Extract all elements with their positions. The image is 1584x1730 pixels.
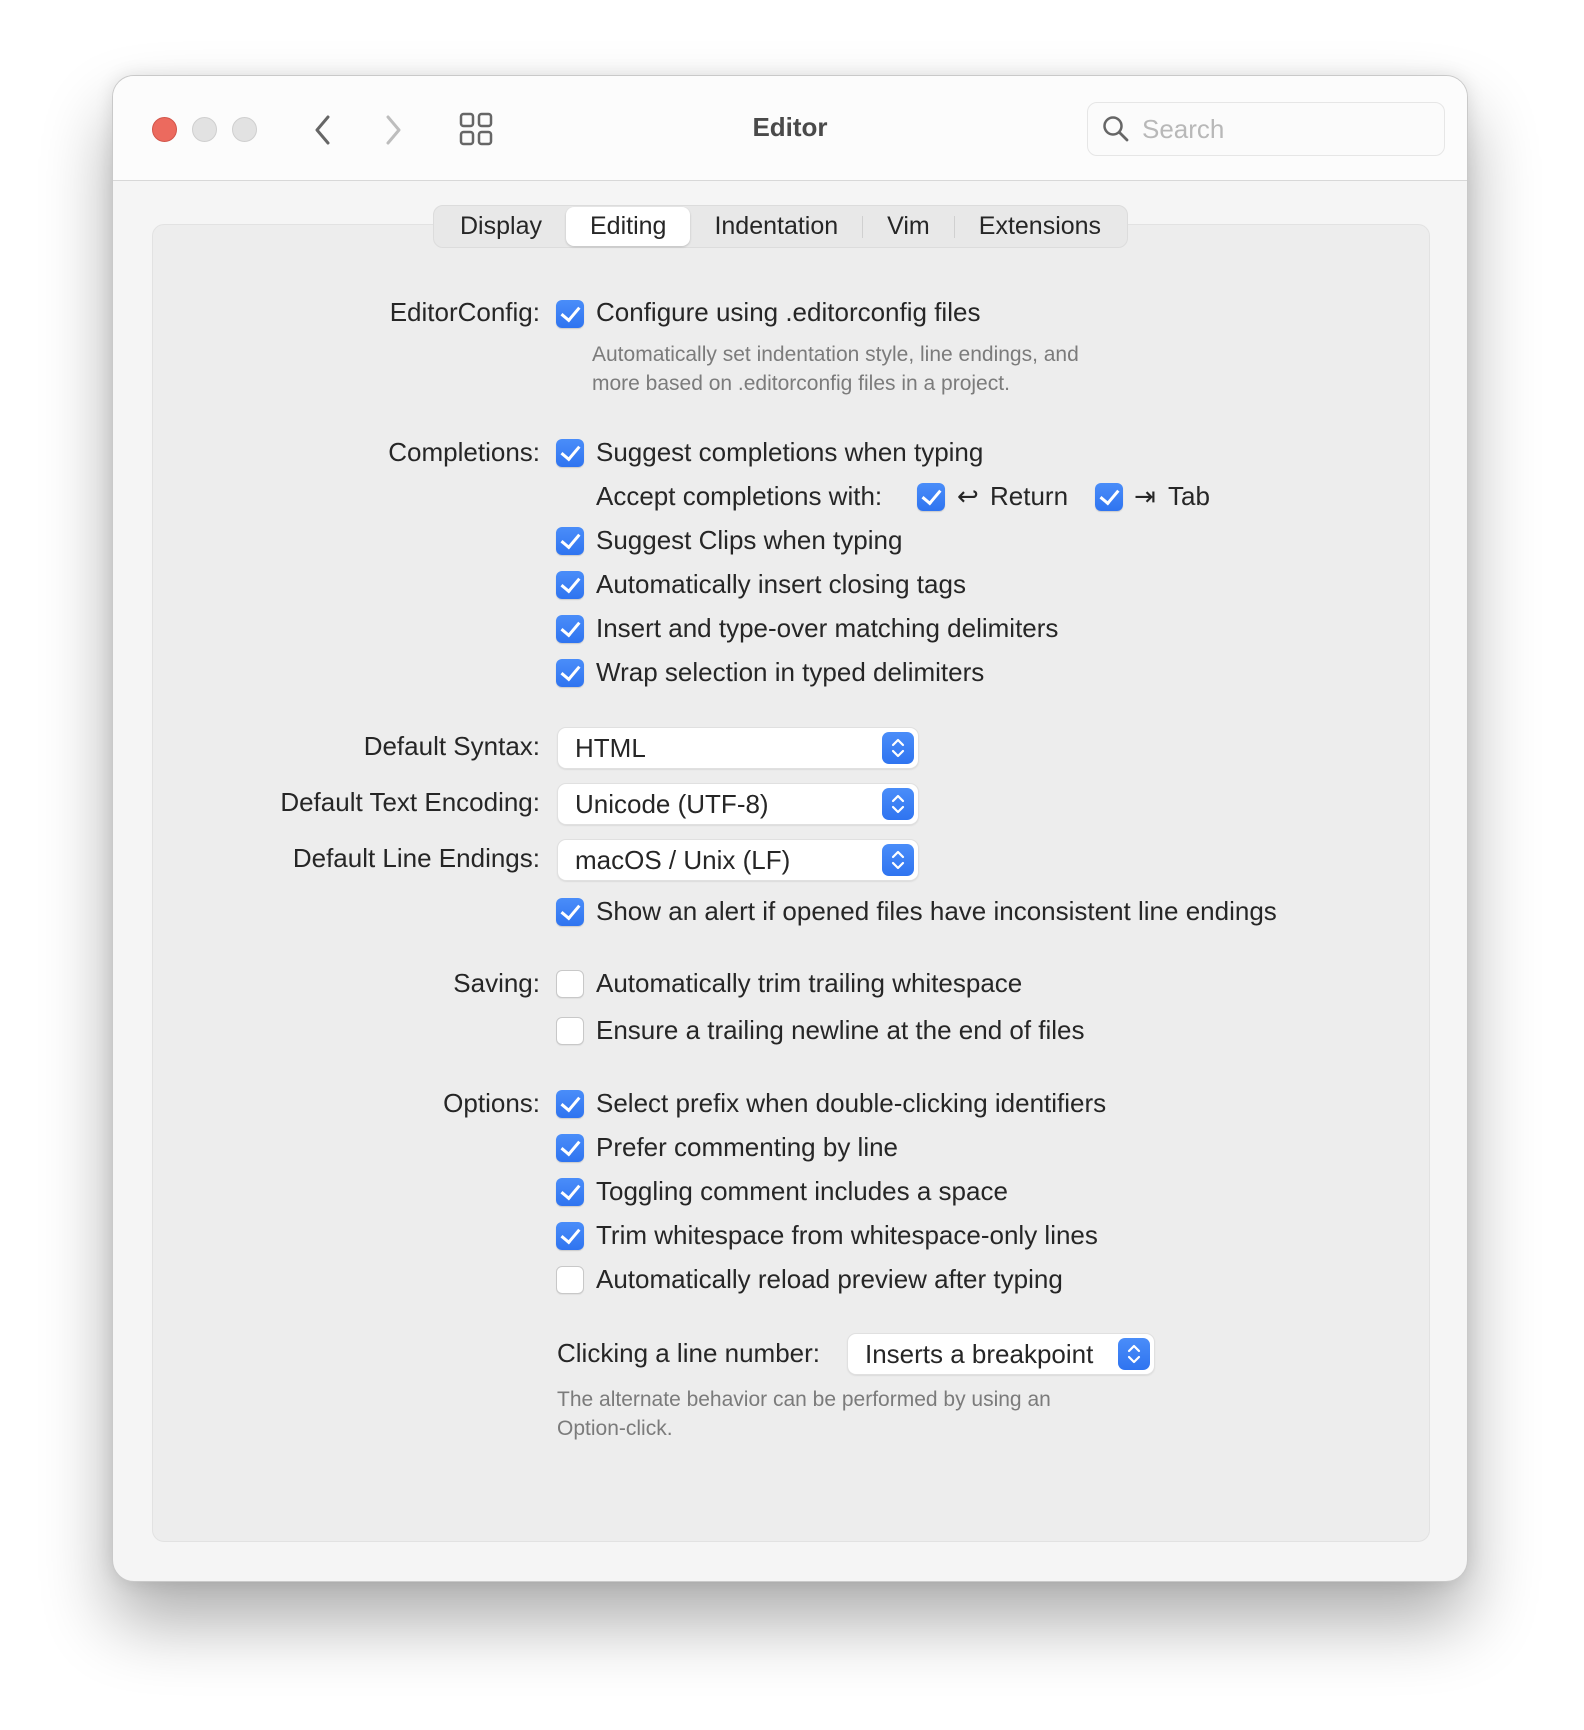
prefer-line-comments-label[interactable]: Prefer commenting by line (596, 1132, 898, 1163)
suggest-completions-checkbox[interactable] (556, 439, 584, 467)
type-over-delimiters-label[interactable]: Insert and type-over matching delimiters (596, 613, 1058, 644)
search-field[interactable] (1087, 102, 1445, 156)
title-bar: Editor (113, 76, 1467, 181)
accept-completions-label: Accept completions with: (596, 481, 883, 511)
line-number-click-select[interactable]: Inserts a breakpoint (848, 1334, 1154, 1374)
tab-display[interactable]: Display (436, 207, 566, 246)
search-icon (1103, 116, 1129, 142)
return-key-icon: ↩ (957, 481, 979, 511)
editorconfig-help-line: Automatically set indentation style, lin… (592, 343, 1079, 366)
comment-space-checkbox[interactable] (556, 1178, 584, 1206)
line-number-click-help-line: Option-click. (557, 1417, 673, 1440)
editorconfig-help: Automatically set indentation style, lin… (592, 340, 1079, 398)
completions-label: Completions: (388, 437, 540, 467)
line-number-click-label: Clicking a line number: (557, 1338, 821, 1368)
suggest-completions-label[interactable]: Suggest completions when typing (596, 437, 983, 468)
editorconfig-help-line: more based on .editorconfig files in a p… (592, 372, 1010, 395)
default-encoding-label: Default Text Encoding: (280, 787, 540, 817)
default-syntax-value: HTML (575, 732, 646, 763)
ensure-trailing-newline-label[interactable]: Ensure a trailing newline at the end of … (596, 1015, 1085, 1046)
select-prefix-label[interactable]: Select prefix when double-clicking ident… (596, 1088, 1106, 1119)
suggest-clips-checkbox[interactable] (556, 527, 584, 555)
tab-indentation[interactable]: Indentation (690, 207, 862, 246)
updown-chevron-icon (882, 844, 914, 876)
default-syntax-select[interactable]: HTML (558, 728, 918, 768)
accept-return-label[interactable]: Return (990, 481, 1068, 512)
editorconfig-label: EditorConfig: (389, 297, 540, 327)
insert-closing-tags-label[interactable]: Automatically insert closing tags (596, 569, 966, 600)
options-label: Options: (443, 1088, 540, 1118)
accept-return-checkbox[interactable] (917, 483, 945, 511)
updown-chevron-icon (882, 732, 914, 764)
trim-whitespace-only-lines-label[interactable]: Trim whitespace from whitespace-only lin… (596, 1220, 1098, 1251)
inconsistent-line-endings-alert-label[interactable]: Show an alert if opened files have incon… (596, 896, 1277, 927)
accept-tab-label[interactable]: Tab (1168, 481, 1210, 512)
default-encoding-select[interactable]: Unicode (UTF-8) (558, 784, 918, 824)
tab-vim[interactable]: Vim (863, 207, 954, 246)
tab-key-icon: ⇥ (1134, 481, 1156, 511)
trim-trailing-whitespace-label[interactable]: Automatically trim trailing whitespace (596, 968, 1022, 999)
ensure-trailing-newline-checkbox[interactable] (556, 1017, 584, 1045)
search-input[interactable] (1142, 113, 1422, 145)
default-encoding-value: Unicode (UTF-8) (575, 788, 769, 819)
accept-tab-checkbox[interactable] (1095, 483, 1123, 511)
inconsistent-line-endings-alert-checkbox[interactable] (556, 898, 584, 926)
tab-bar: Display Editing Indentation Vim Extensio… (433, 205, 1129, 248)
select-prefix-checkbox[interactable] (556, 1090, 584, 1118)
comment-space-label[interactable]: Toggling comment includes a space (596, 1176, 1008, 1207)
default-line-endings-select[interactable]: macOS / Unix (LF) (558, 840, 918, 880)
trim-whitespace-only-lines-checkbox[interactable] (556, 1222, 584, 1250)
editorconfig-option-label[interactable]: Configure using .editorconfig files (596, 297, 980, 328)
suggest-clips-label[interactable]: Suggest Clips when typing (596, 525, 902, 556)
auto-reload-preview-checkbox[interactable] (556, 1266, 584, 1294)
tab-editing[interactable]: Editing (565, 207, 691, 246)
line-number-click-help-line: The alternate behavior can be performed … (557, 1388, 1051, 1411)
default-line-endings-value: macOS / Unix (LF) (575, 844, 791, 875)
prefer-line-comments-checkbox[interactable] (556, 1134, 584, 1162)
trim-trailing-whitespace-checkbox[interactable] (556, 970, 584, 998)
insert-closing-tags-checkbox[interactable] (556, 571, 584, 599)
updown-chevron-icon (882, 788, 914, 820)
tab-extensions[interactable]: Extensions (955, 207, 1125, 246)
line-number-click-help: The alternate behavior can be performed … (557, 1385, 1051, 1443)
type-over-delimiters-checkbox[interactable] (556, 615, 584, 643)
editorconfig-checkbox[interactable] (556, 300, 584, 328)
auto-reload-preview-label[interactable]: Automatically reload preview after typin… (596, 1264, 1063, 1295)
saving-label: Saving: (453, 968, 540, 998)
default-line-endings-label: Default Line Endings: (292, 843, 540, 873)
updown-chevron-icon (1118, 1338, 1150, 1370)
default-syntax-label: Default Syntax: (363, 731, 540, 761)
wrap-selection-label[interactable]: Wrap selection in typed delimiters (596, 657, 984, 688)
wrap-selection-checkbox[interactable] (556, 659, 584, 687)
line-number-click-value: Inserts a breakpoint (865, 1338, 1094, 1369)
